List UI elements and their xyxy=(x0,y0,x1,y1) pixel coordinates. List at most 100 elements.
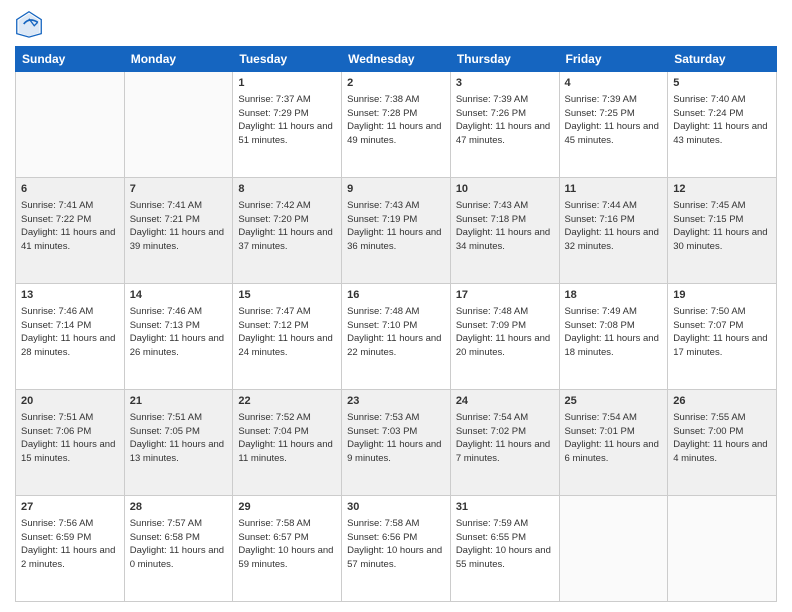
cell-info: Sunrise: 7:41 AM Sunset: 7:21 PM Dayligh… xyxy=(130,200,224,252)
day-cell: 10 Sunrise: 7:43 AM Sunset: 7:18 PM Dayli… xyxy=(450,178,559,284)
calendar-table: SundayMondayTuesdayWednesdayThursdayFrid… xyxy=(15,46,777,602)
day-number: 1 xyxy=(238,76,336,91)
day-cell: 11Sunrise: 7:44 AM Sunset: 7:16 PM Dayli… xyxy=(559,178,668,284)
day-number: 26 xyxy=(673,394,771,409)
day-cell: 3 Sunrise: 7:39 AM Sunset: 7:26 PM Daylig… xyxy=(450,72,559,178)
cell-info: Sunrise: 7:58 AM Sunset: 6:56 PM Dayligh… xyxy=(347,518,442,570)
week-row-1: 1 Sunrise: 7:37 AM Sunset: 7:29 PM Daylig… xyxy=(16,72,777,178)
day-cell xyxy=(559,496,668,602)
col-header-wednesday: Wednesday xyxy=(342,47,451,72)
page: SundayMondayTuesdayWednesdayThursdayFrid… xyxy=(0,0,792,612)
day-cell: 2 Sunrise: 7:38 AM Sunset: 7:28 PM Daylig… xyxy=(342,72,451,178)
cell-info: Sunrise: 7:59 AM Sunset: 6:55 PM Dayligh… xyxy=(456,518,551,570)
day-cell: 14 Sunrise: 7:46 AM Sunset: 7:13 PM Dayli… xyxy=(124,284,233,390)
day-cell: 13 Sunrise: 7:46 AM Sunset: 7:14 PM Dayli… xyxy=(16,284,125,390)
day-number: 31 xyxy=(456,500,554,515)
cell-info: Sunrise: 7:41 AM Sunset: 7:22 PM Dayligh… xyxy=(21,200,115,252)
cell-info: Sunrise: 7:43 AM Sunset: 7:18 PM Dayligh… xyxy=(456,200,550,252)
cell-info: Sunrise: 7:48 AM Sunset: 7:09 PM Dayligh… xyxy=(456,306,550,358)
day-cell xyxy=(16,72,125,178)
cell-info: Sunrise: 7:51 AM Sunset: 7:05 PM Dayligh… xyxy=(130,412,224,464)
week-row-2: 6 Sunrise: 7:41 AM Sunset: 7:22 PM Daylig… xyxy=(16,178,777,284)
cell-info: Sunrise: 7:54 AM Sunset: 7:01 PM Dayligh… xyxy=(565,412,659,464)
day-number: 23 xyxy=(347,394,445,409)
cell-info: Sunrise: 7:46 AM Sunset: 7:13 PM Dayligh… xyxy=(130,306,224,358)
day-cell: 22 Sunrise: 7:52 AM Sunset: 7:04 PM Dayli… xyxy=(233,390,342,496)
day-number: 21 xyxy=(130,394,228,409)
cell-info: Sunrise: 7:49 AM Sunset: 7:08 PM Dayligh… xyxy=(565,306,659,358)
day-cell: 20 Sunrise: 7:51 AM Sunset: 7:06 PM Dayli… xyxy=(16,390,125,496)
day-number: 12 xyxy=(673,182,771,197)
day-number: 15 xyxy=(238,288,336,303)
cell-info: Sunrise: 7:56 AM Sunset: 6:59 PM Dayligh… xyxy=(21,518,115,570)
day-cell: 12 Sunrise: 7:45 AM Sunset: 7:15 PM Dayli… xyxy=(668,178,777,284)
day-number: 4 xyxy=(565,76,663,91)
cell-info: Sunrise: 7:57 AM Sunset: 6:58 PM Dayligh… xyxy=(130,518,224,570)
day-number: 13 xyxy=(21,288,119,303)
cell-info: Sunrise: 7:51 AM Sunset: 7:06 PM Dayligh… xyxy=(21,412,115,464)
day-cell: 8 Sunrise: 7:42 AM Sunset: 7:20 PM Daylig… xyxy=(233,178,342,284)
cell-info: Sunrise: 7:53 AM Sunset: 7:03 PM Dayligh… xyxy=(347,412,441,464)
day-cell: 25 Sunrise: 7:54 AM Sunset: 7:01 PM Dayli… xyxy=(559,390,668,496)
week-row-5: 27 Sunrise: 7:56 AM Sunset: 6:59 PM Dayli… xyxy=(16,496,777,602)
day-number: 3 xyxy=(456,76,554,91)
logo xyxy=(15,10,47,38)
day-number: 29 xyxy=(238,500,336,515)
day-cell: 1 Sunrise: 7:37 AM Sunset: 7:29 PM Daylig… xyxy=(233,72,342,178)
cell-info: Sunrise: 7:43 AM Sunset: 7:19 PM Dayligh… xyxy=(347,200,441,252)
day-number: 2 xyxy=(347,76,445,91)
cell-info: Sunrise: 7:50 AM Sunset: 7:07 PM Dayligh… xyxy=(673,306,767,358)
day-number: 20 xyxy=(21,394,119,409)
day-number: 28 xyxy=(130,500,228,515)
cell-info: Sunrise: 7:39 AM Sunset: 7:26 PM Dayligh… xyxy=(456,94,550,146)
week-row-4: 20 Sunrise: 7:51 AM Sunset: 7:06 PM Dayli… xyxy=(16,390,777,496)
day-cell: 15Sunrise: 7:47 AM Sunset: 7:12 PM Dayli… xyxy=(233,284,342,390)
day-cell: 6 Sunrise: 7:41 AM Sunset: 7:22 PM Daylig… xyxy=(16,178,125,284)
col-header-thursday: Thursday xyxy=(450,47,559,72)
day-number: 8 xyxy=(238,182,336,197)
cell-info: Sunrise: 7:52 AM Sunset: 7:04 PM Dayligh… xyxy=(238,412,332,464)
day-cell: 16 Sunrise: 7:48 AM Sunset: 7:10 PM Dayli… xyxy=(342,284,451,390)
day-cell: 24Sunrise: 7:54 AM Sunset: 7:02 PM Dayli… xyxy=(450,390,559,496)
day-cell: 17Sunrise: 7:48 AM Sunset: 7:09 PM Dayli… xyxy=(450,284,559,390)
day-number: 10 xyxy=(456,182,554,197)
cell-info: Sunrise: 7:45 AM Sunset: 7:15 PM Dayligh… xyxy=(673,200,767,252)
col-header-saturday: Saturday xyxy=(668,47,777,72)
cell-info: Sunrise: 7:38 AM Sunset: 7:28 PM Dayligh… xyxy=(347,94,441,146)
header-row: SundayMondayTuesdayWednesdayThursdayFrid… xyxy=(16,47,777,72)
cell-info: Sunrise: 7:58 AM Sunset: 6:57 PM Dayligh… xyxy=(238,518,333,570)
cell-info: Sunrise: 7:44 AM Sunset: 7:16 PM Dayligh… xyxy=(565,200,659,252)
col-header-monday: Monday xyxy=(124,47,233,72)
day-cell: 28 Sunrise: 7:57 AM Sunset: 6:58 PM Dayli… xyxy=(124,496,233,602)
day-cell: 18Sunrise: 7:49 AM Sunset: 7:08 PM Dayli… xyxy=(559,284,668,390)
day-number: 16 xyxy=(347,288,445,303)
day-number: 25 xyxy=(565,394,663,409)
day-number: 6 xyxy=(21,182,119,197)
day-cell: 7 Sunrise: 7:41 AM Sunset: 7:21 PM Daylig… xyxy=(124,178,233,284)
day-cell: 4 Sunrise: 7:39 AM Sunset: 7:25 PM Daylig… xyxy=(559,72,668,178)
day-number: 14 xyxy=(130,288,228,303)
col-header-friday: Friday xyxy=(559,47,668,72)
day-cell: 19Sunrise: 7:50 AM Sunset: 7:07 PM Dayli… xyxy=(668,284,777,390)
cell-info: Sunrise: 7:40 AM Sunset: 7:24 PM Dayligh… xyxy=(673,94,767,146)
day-cell: 29 Sunrise: 7:58 AM Sunset: 6:57 PM Dayli… xyxy=(233,496,342,602)
cell-info: Sunrise: 7:37 AM Sunset: 7:29 PM Dayligh… xyxy=(238,94,332,146)
day-number: 27 xyxy=(21,500,119,515)
day-number: 5 xyxy=(673,76,771,91)
day-number: 22 xyxy=(238,394,336,409)
day-cell: 9Sunrise: 7:43 AM Sunset: 7:19 PM Daylig… xyxy=(342,178,451,284)
cell-info: Sunrise: 7:48 AM Sunset: 7:10 PM Dayligh… xyxy=(347,306,441,358)
day-number: 7 xyxy=(130,182,228,197)
day-cell: 26Sunrise: 7:55 AM Sunset: 7:00 PM Dayli… xyxy=(668,390,777,496)
day-cell: 5 Sunrise: 7:40 AM Sunset: 7:24 PM Daylig… xyxy=(668,72,777,178)
cell-info: Sunrise: 7:54 AM Sunset: 7:02 PM Dayligh… xyxy=(456,412,550,464)
col-header-sunday: Sunday xyxy=(16,47,125,72)
day-cell: 31 Sunrise: 7:59 AM Sunset: 6:55 PM Dayli… xyxy=(450,496,559,602)
day-cell: 27 Sunrise: 7:56 AM Sunset: 6:59 PM Dayli… xyxy=(16,496,125,602)
cell-info: Sunrise: 7:42 AM Sunset: 7:20 PM Dayligh… xyxy=(238,200,332,252)
cell-info: Sunrise: 7:39 AM Sunset: 7:25 PM Dayligh… xyxy=(565,94,659,146)
day-cell xyxy=(124,72,233,178)
day-cell xyxy=(668,496,777,602)
day-cell: 21 Sunrise: 7:51 AM Sunset: 7:05 PM Dayli… xyxy=(124,390,233,496)
cell-info: Sunrise: 7:46 AM Sunset: 7:14 PM Dayligh… xyxy=(21,306,115,358)
